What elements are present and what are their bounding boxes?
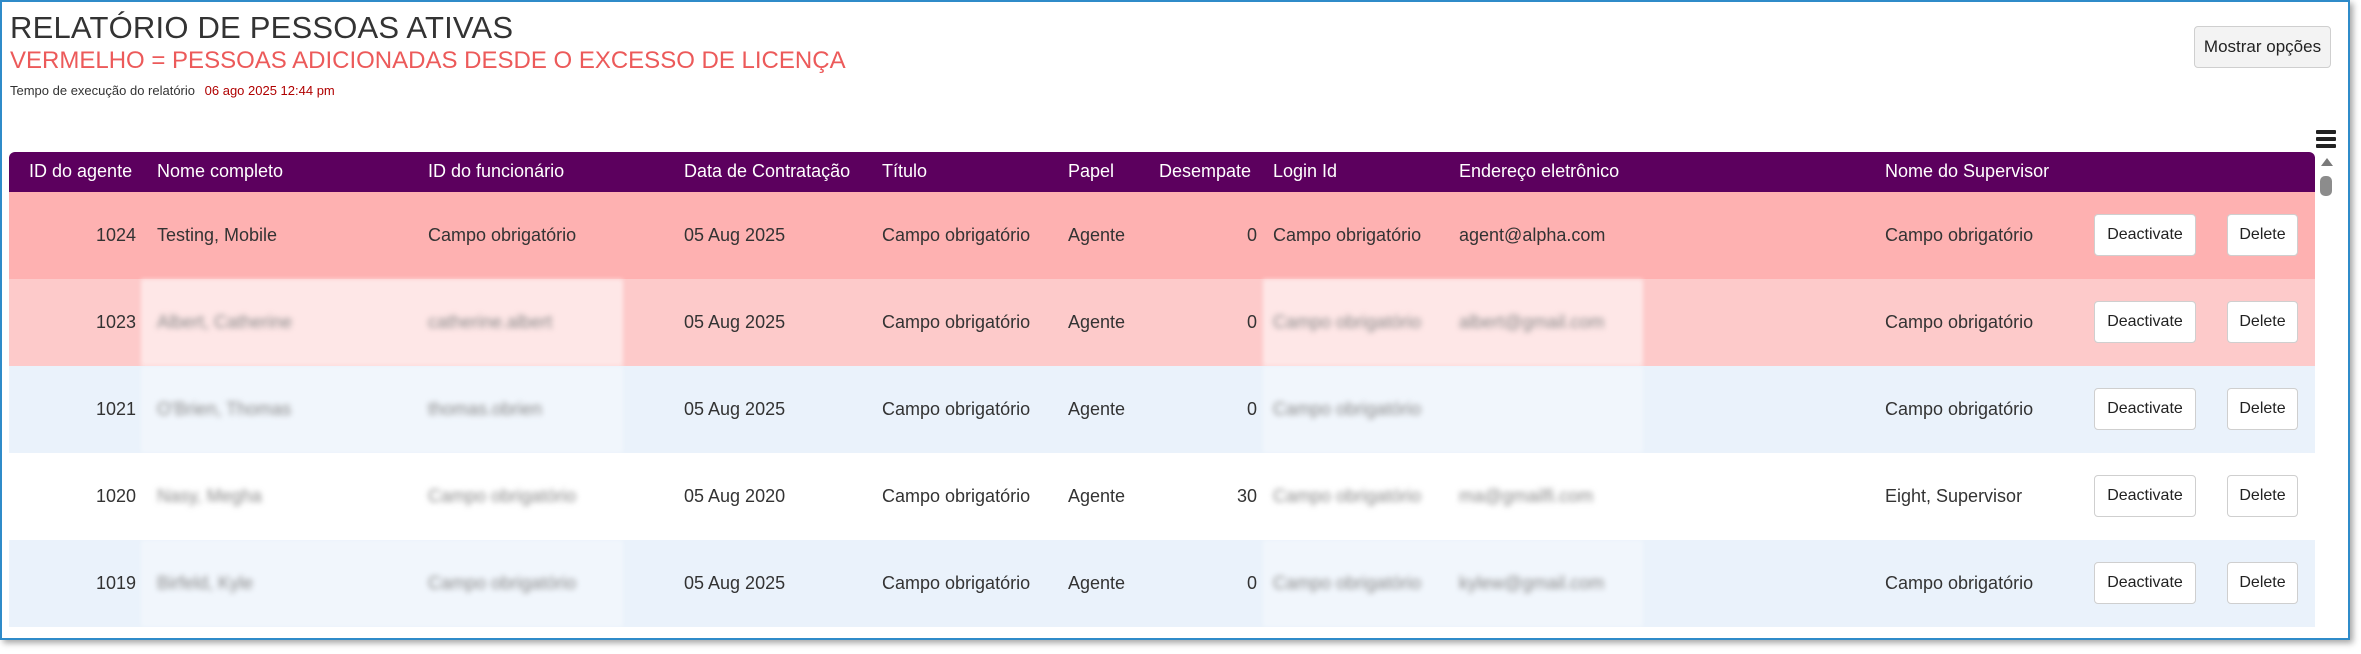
cell-login-id: Campo obrigatório xyxy=(1273,573,1422,593)
cell-employee-id: thomas.obrien xyxy=(428,399,543,419)
vertical-scrollbar[interactable] xyxy=(2319,158,2333,628)
delete-button[interactable]: Delete xyxy=(2227,214,2298,256)
table-row: 1019 Birfeld, Kyle Campo obrigatório 05 … xyxy=(9,540,2315,627)
show-options-button[interactable]: Mostrar opções xyxy=(2194,26,2331,68)
cell-role: Agente xyxy=(1068,225,1126,245)
cell-full-name: O'Brien, Thomas xyxy=(157,399,292,419)
cell-login-id: Campo obrigatório xyxy=(1273,225,1422,245)
cell-agent-id: 1019 xyxy=(95,573,136,593)
cell-supervisor: Campo obrigatório xyxy=(1885,225,2034,245)
runtime-label: Tempo de execução do relatório xyxy=(10,83,196,98)
table-row: 1024 Testing, Mobile Campo obrigatório 0… xyxy=(9,192,2315,279)
header-email[interactable]: Endereço eletrônico xyxy=(1459,161,1619,182)
cell-hire-date: 05 Aug 2020 xyxy=(684,486,786,506)
cell-full-name: Birfeld, Kyle xyxy=(157,573,254,593)
cell-role: Agente xyxy=(1068,399,1126,419)
cell-supervisor: Eight, Supervisor xyxy=(1885,486,2023,506)
cell-agent-id: 1021 xyxy=(95,399,136,419)
table-row: 1023 Albert, Catherine catherine.albert … xyxy=(9,279,2315,366)
cell-login-id: Campo obrigatório xyxy=(1273,312,1422,332)
cell-title: Campo obrigatório xyxy=(882,573,1031,593)
agents-table: ID do agente Nome completo ID do funcion… xyxy=(9,152,2315,627)
runtime-info: Tempo de execução do relatório 06 ago 20… xyxy=(10,83,335,98)
cell-role: Agente xyxy=(1068,486,1126,506)
cell-tiebreak: 0 xyxy=(1246,573,1257,593)
cell-login-id: Campo obrigatório xyxy=(1273,486,1422,506)
header-supervisor[interactable]: Nome do Supervisor xyxy=(1885,161,2049,182)
cell-tiebreak: 0 xyxy=(1246,225,1257,245)
cell-full-name: Albert, Catherine xyxy=(157,312,293,332)
cell-tiebreak: 0 xyxy=(1246,399,1257,419)
cell-employee-id: Campo obrigatório xyxy=(428,573,577,593)
scroll-thumb[interactable] xyxy=(2320,176,2332,196)
cell-employee-id: Campo obrigatório xyxy=(428,225,577,245)
delete-button[interactable]: Delete xyxy=(2227,562,2298,604)
deactivate-button[interactable]: Deactivate xyxy=(2094,301,2196,343)
header-agent-id[interactable]: ID do agente xyxy=(29,161,132,182)
cell-hire-date: 05 Aug 2025 xyxy=(684,399,786,419)
cell-full-name: Testing, Mobile xyxy=(157,225,278,245)
header-tiebreak[interactable]: Desempate xyxy=(1159,161,1251,182)
deactivate-button[interactable]: Deactivate xyxy=(2094,562,2196,604)
table-header: ID do agente Nome completo ID do funcion… xyxy=(9,152,2315,192)
cell-hire-date: 05 Aug 2025 xyxy=(684,312,786,332)
cell-title: Campo obrigatório xyxy=(882,486,1031,506)
header-login-id[interactable]: Login Id xyxy=(1273,161,1337,182)
cell-email: albert@gmail.com xyxy=(1459,312,1605,332)
header-hire-date[interactable]: Data de Contratação xyxy=(684,161,850,182)
table-row: 1021 O'Brien, Thomas thomas.obrien 05 Au… xyxy=(9,366,2315,453)
cell-login-id: Campo obrigatório xyxy=(1273,399,1422,419)
cell-email: ma@gmailfi.com xyxy=(1459,486,1594,506)
header-title[interactable]: Título xyxy=(882,161,927,182)
cell-title: Campo obrigatório xyxy=(882,399,1031,419)
cell-agent-id: 1020 xyxy=(95,486,136,506)
cell-full-name: Nasy, Megha xyxy=(157,486,262,506)
header-employee-id[interactable]: ID do funcionário xyxy=(428,161,564,182)
header-full-name[interactable]: Nome completo xyxy=(157,161,283,182)
report-window: RELATÓRIO DE PESSOAS ATIVAS VERMELHO = P… xyxy=(0,0,2350,640)
cell-employee-id: Campo obrigatório xyxy=(428,486,577,506)
cell-email: agent@alpha.com xyxy=(1459,225,1606,245)
cell-supervisor: Campo obrigatório xyxy=(1885,312,2034,332)
scroll-up-arrow-icon[interactable] xyxy=(2321,158,2333,166)
page-title: RELATÓRIO DE PESSOAS ATIVAS xyxy=(10,10,514,45)
header-role[interactable]: Papel xyxy=(1068,161,1114,182)
deactivate-button[interactable]: Deactivate xyxy=(2094,214,2196,256)
legend-subtitle: VERMELHO = PESSOAS ADICIONADAS DESDE O E… xyxy=(10,47,846,74)
deactivate-button[interactable]: Deactivate xyxy=(2094,388,2196,430)
hamburger-menu-icon[interactable] xyxy=(2316,130,2336,148)
cell-hire-date: 05 Aug 2025 xyxy=(684,573,786,593)
cell-title: Campo obrigatório xyxy=(882,225,1031,245)
cell-email: kylew@gmail.com xyxy=(1459,573,1605,593)
cell-agent-id: 1023 xyxy=(95,312,136,332)
cell-role: Agente xyxy=(1068,573,1126,593)
cell-tiebreak: 0 xyxy=(1246,312,1257,332)
cell-employee-id: catherine.albert xyxy=(428,312,553,332)
cell-agent-id: 1024 xyxy=(95,225,136,245)
cell-hire-date: 05 Aug 2025 xyxy=(684,225,786,245)
delete-button[interactable]: Delete xyxy=(2227,475,2298,517)
delete-button[interactable]: Delete xyxy=(2227,388,2298,430)
cell-supervisor: Campo obrigatório xyxy=(1885,573,2034,593)
cell-title: Campo obrigatório xyxy=(882,312,1031,332)
cell-tiebreak: 30 xyxy=(1236,486,1257,506)
runtime-value: 06 ago 2025 12:44 pm xyxy=(204,83,335,98)
delete-button[interactable]: Delete xyxy=(2227,301,2298,343)
cell-role: Agente xyxy=(1068,312,1126,332)
table-row: 1020 Nasy, Megha Campo obrigatório 05 Au… xyxy=(9,453,2315,540)
deactivate-button[interactable]: Deactivate xyxy=(2094,475,2196,517)
cell-supervisor: Campo obrigatório xyxy=(1885,399,2034,419)
